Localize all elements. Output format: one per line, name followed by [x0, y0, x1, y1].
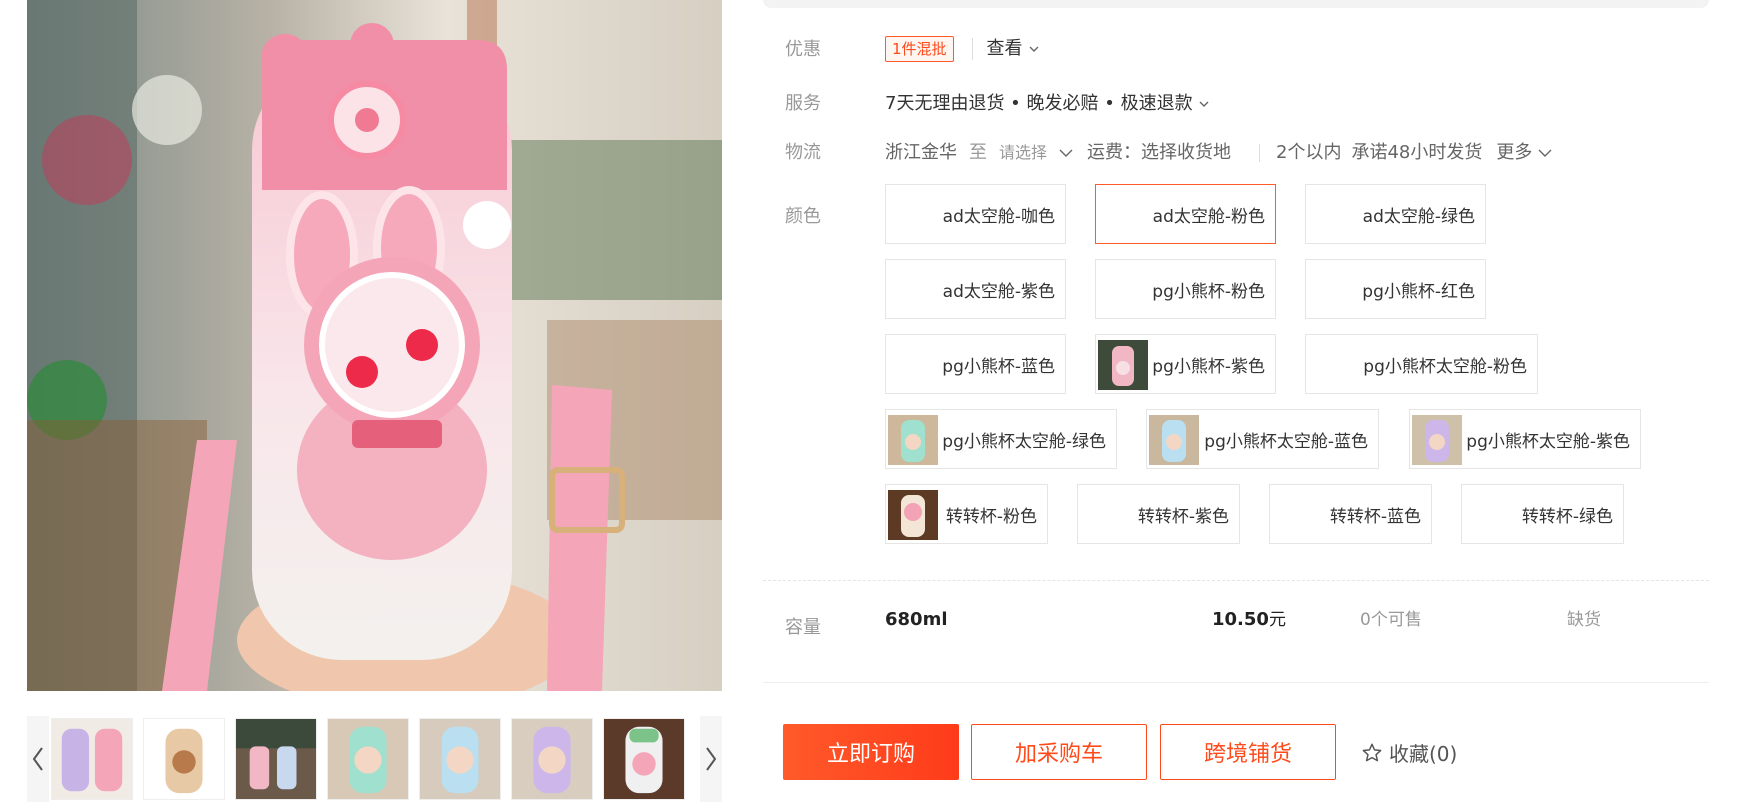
dashed-divider — [763, 580, 1709, 581]
color-option[interactable]: ad太空舱-紫色 — [885, 259, 1066, 319]
color-option-label: 转转杯-绿色 — [1521, 506, 1613, 527]
service-row[interactable]: 7天无理由退货 • 晚发必赔 • 极速退款 — [885, 92, 1209, 116]
thumbnail[interactable] — [419, 718, 501, 800]
service-label: 服务 — [785, 93, 821, 114]
logistics-origin: 浙江金华 — [885, 142, 957, 163]
color-option[interactable]: pg小熊杯太空舱-紫色 — [1409, 409, 1641, 469]
color-option[interactable]: 转转杯-蓝色 — [1269, 484, 1432, 544]
color-option[interactable]: pg小熊杯太空舱-绿色 — [885, 409, 1117, 469]
thumbnail[interactable] — [511, 718, 593, 800]
separator — [971, 38, 973, 60]
color-option-label: 转转杯-粉色 — [945, 506, 1037, 527]
thumbnail[interactable] — [51, 718, 133, 800]
order-now-button[interactable]: 立即订购 — [783, 724, 959, 780]
favorite-label: 收藏(0) — [1389, 742, 1458, 766]
thumbnail[interactable] — [327, 718, 409, 800]
option-thumbnail — [1098, 340, 1148, 390]
color-option[interactable]: pg小熊杯-紫色 — [1095, 334, 1276, 394]
chevron-down-icon — [1199, 99, 1209, 109]
thumb-prev-button[interactable] — [27, 716, 49, 802]
color-option[interactable]: 转转杯-紫色 — [1077, 484, 1240, 544]
color-option-label: pg小熊杯-蓝色 — [942, 356, 1055, 377]
more-button[interactable]: 更多 — [1496, 141, 1552, 165]
color-option[interactable]: pg小熊杯太空舱-蓝色 — [1146, 409, 1379, 469]
promo-view-label: 查看 — [986, 38, 1023, 59]
delivery-qty: 2个以内 — [1276, 142, 1342, 163]
price-currency: 元 — [1268, 610, 1286, 630]
thumbnail[interactable] — [603, 718, 685, 800]
more-label: 更多 — [1496, 142, 1533, 163]
option-thumbnail — [1412, 415, 1462, 465]
color-option-label: ad太空舱-紫色 — [942, 281, 1055, 302]
thumbnail[interactable] — [235, 718, 317, 800]
promo-label: 优惠 — [785, 39, 821, 60]
divider — [763, 682, 1709, 683]
color-option[interactable]: 转转杯-绿色 — [1461, 484, 1624, 544]
thumbnail[interactable] — [143, 718, 225, 800]
color-option[interactable]: pg小熊杯-红色 — [1305, 259, 1486, 319]
color-option-label: pg小熊杯-红色 — [1362, 281, 1475, 302]
color-option[interactable]: pg小熊杯太空舱-粉色 — [1305, 334, 1538, 394]
color-option-label: 转转杯-紫色 — [1137, 506, 1229, 527]
price-value: 10.50 — [1212, 609, 1269, 630]
color-option-label: 转转杯-蓝色 — [1329, 506, 1421, 527]
top-divider — [763, 0, 1709, 8]
logistics-row: 浙江金华 至 请选择 运费：选择收货地 2个以内 承诺48小时发货 更多 — [885, 141, 1552, 165]
delivery-promise: 承诺48小时发货 — [1351, 142, 1483, 163]
service-text: 7天无理由退货 • 晚发必赔 • 极速退款 — [885, 93, 1193, 114]
option-thumbnail — [1149, 415, 1199, 465]
color-option[interactable]: 转转杯-粉色 — [885, 484, 1048, 544]
logistics-to: 至 — [969, 142, 987, 163]
cross-border-button[interactable]: 跨境铺货 — [1160, 724, 1336, 780]
color-option-label: ad太空舱-粉色 — [1152, 206, 1265, 227]
thumb-next-button[interactable] — [700, 716, 722, 802]
color-option-label: pg小熊杯-紫色 — [1152, 356, 1265, 377]
color-label: 颜色 — [785, 206, 821, 227]
star-outline-icon — [1362, 743, 1382, 761]
stock-status: 缺货 — [1567, 610, 1601, 630]
capacity-price: 10.50元 — [1212, 608, 1286, 632]
color-option[interactable]: ad太空舱-绿色 — [1305, 184, 1486, 244]
color-option-label: ad太空舱-咖色 — [942, 206, 1055, 227]
color-option-label: pg小熊杯太空舱-紫色 — [1466, 431, 1630, 452]
add-to-cart-button[interactable]: 加采购车 — [971, 724, 1147, 780]
color-option[interactable]: pg小熊杯-蓝色 — [885, 334, 1066, 394]
thumbnail-strip — [27, 716, 722, 802]
color-option-label: pg小熊杯太空舱-绿色 — [942, 431, 1106, 452]
logistics-label: 物流 — [785, 142, 821, 163]
main-product-image[interactable] — [27, 0, 722, 691]
chevron-right-icon — [706, 747, 717, 771]
promo-view-link[interactable]: 查看 — [987, 37, 1039, 61]
mixed-batch-tag: 1件混批 — [885, 36, 954, 62]
color-option-label: pg小熊杯太空舱-粉色 — [1363, 356, 1527, 377]
color-option-label: pg小熊杯太空舱-蓝色 — [1204, 431, 1368, 452]
stock-count: 0个可售 — [1360, 610, 1422, 630]
capacity-size: 680ml — [885, 609, 948, 630]
separator — [1259, 144, 1261, 162]
chevron-down-icon — [1059, 148, 1073, 158]
promo-row: 1件混批 查看 — [885, 36, 1039, 62]
capacity-label: 容量 — [785, 617, 821, 638]
freight-text: 运费：选择收货地 — [1087, 142, 1232, 163]
color-option-selected[interactable]: ad太空舱-粉色 — [1095, 184, 1276, 244]
color-option-label: ad太空舱-绿色 — [1362, 206, 1475, 227]
option-thumbnail — [888, 490, 938, 540]
color-option[interactable]: ad太空舱-咖色 — [885, 184, 1066, 244]
chevron-left-icon — [32, 747, 43, 771]
destination-placeholder: 请选择 — [999, 143, 1048, 162]
destination-select[interactable]: 请选择 — [999, 141, 1073, 165]
color-option-label: pg小熊杯-粉色 — [1152, 281, 1265, 302]
favorite-button[interactable]: 收藏(0) — [1361, 738, 1457, 767]
chevron-down-icon — [1538, 148, 1552, 158]
color-option[interactable]: pg小熊杯-粉色 — [1095, 259, 1276, 319]
option-thumbnail — [888, 415, 938, 465]
chevron-down-icon — [1029, 44, 1039, 54]
